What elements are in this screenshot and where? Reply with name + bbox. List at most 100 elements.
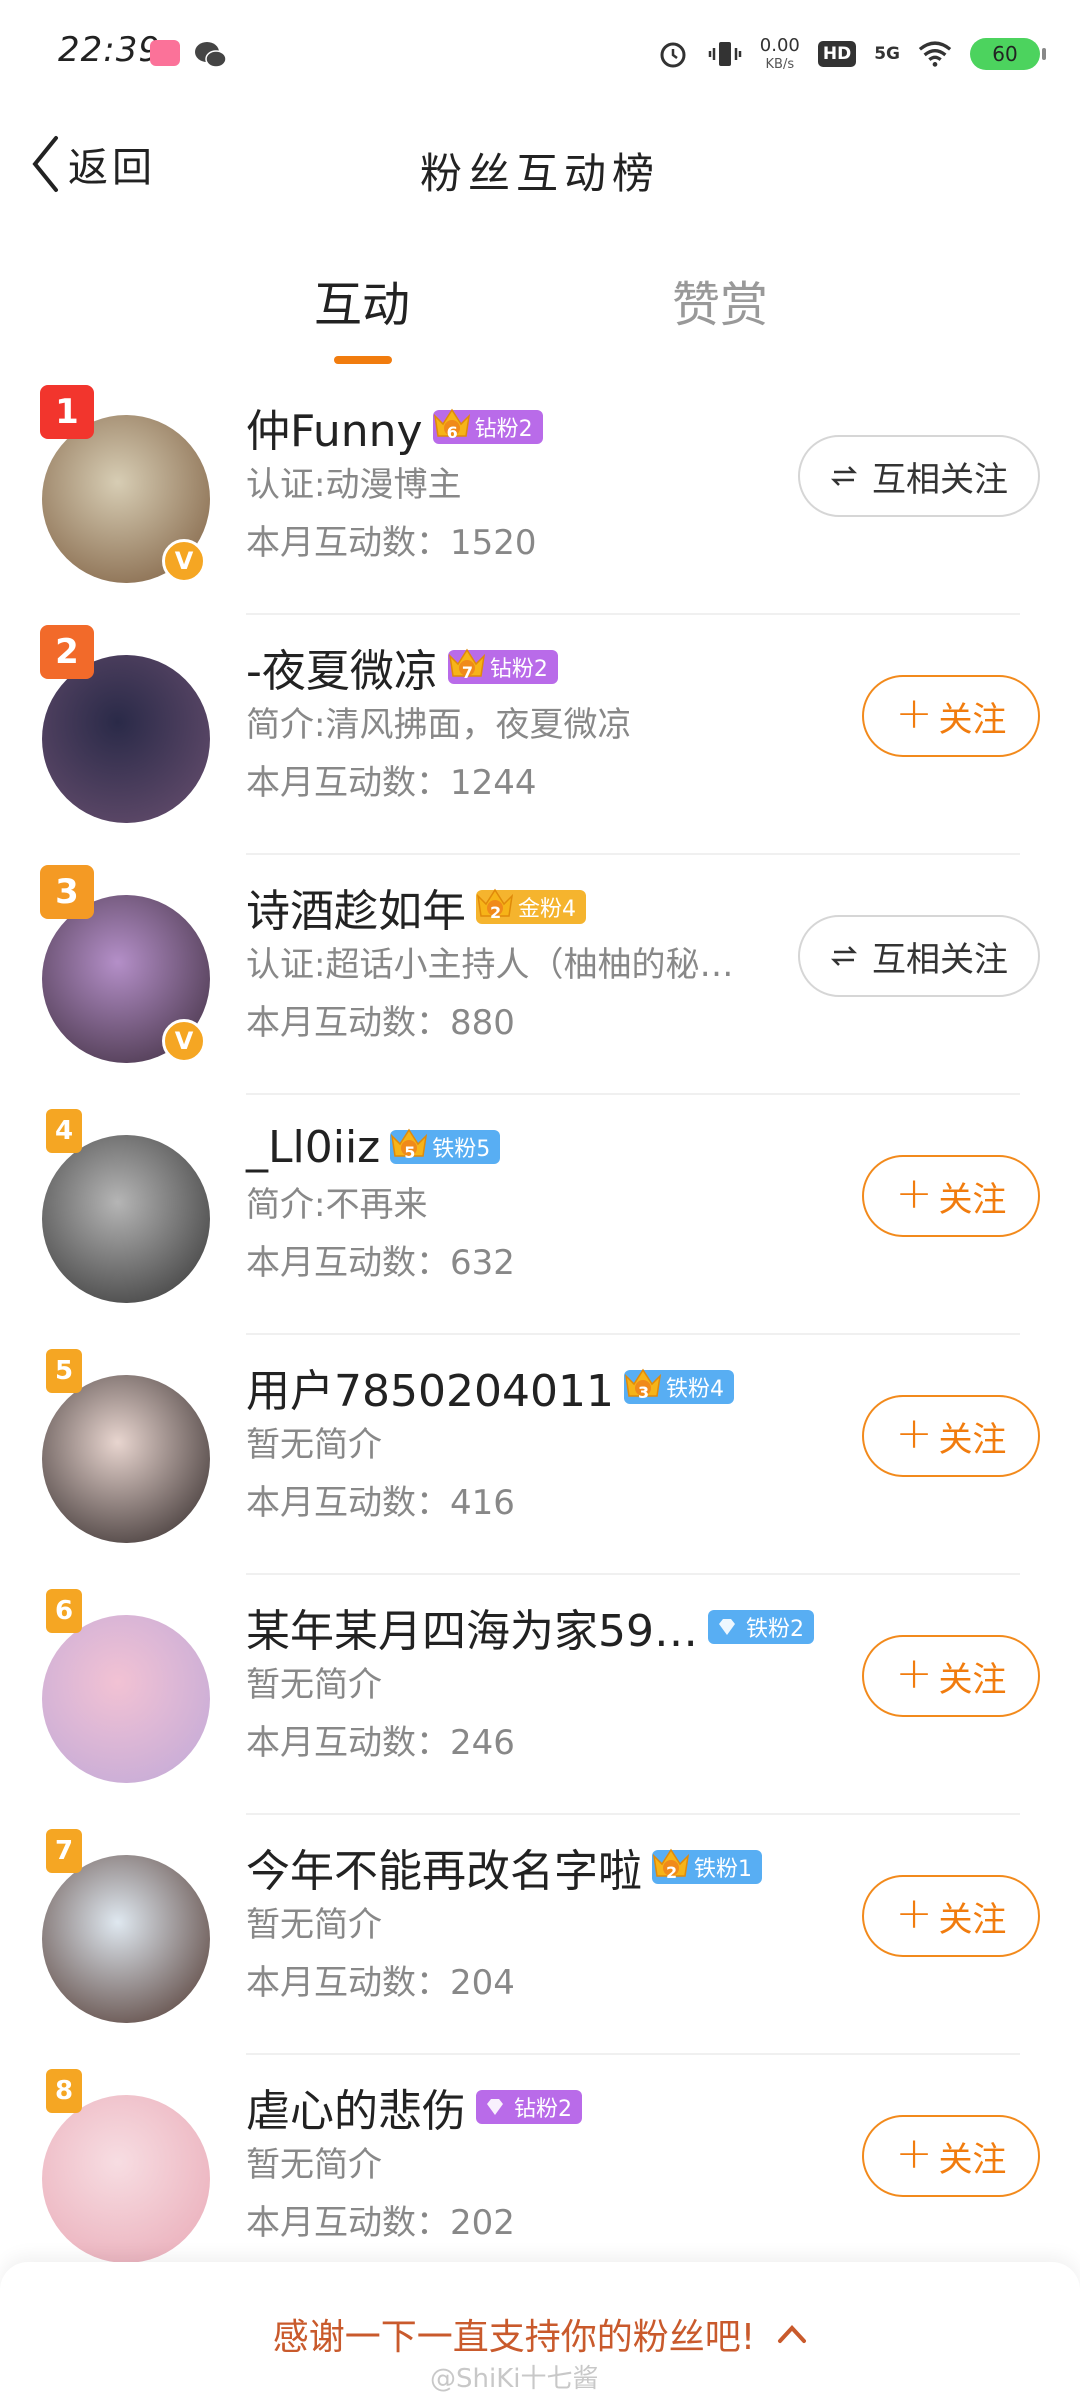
plus-icon: + <box>895 2128 933 2179</box>
interaction-count: 本月互动数：880 <box>246 1003 515 1043</box>
vibrate-icon <box>708 37 742 71</box>
user-description: 暂无简介 <box>246 2145 382 2185</box>
fan-row[interactable]: 4 _Ll0iiz 5 铁粉5 简介:不再来 本月互动数：632 + 关注 <box>0 1095 1080 1335</box>
button-label: 关注 <box>938 1179 1007 1220</box>
swap-arrows-icon <box>830 946 858 966</box>
fan-level-label: 钻粉2 <box>474 417 533 442</box>
avatar[interactable] <box>42 2095 210 2263</box>
interaction-count: 本月互动数：416 <box>246 1483 515 1523</box>
mutual-follow-button[interactable]: 互相关注 <box>798 915 1040 997</box>
follow-button[interactable]: + 关注 <box>862 2115 1040 2197</box>
crown-level: 3 <box>637 1383 650 1402</box>
name-line: 某年某月四海为家59… 铁粉2 <box>246 1597 814 1657</box>
bottom-bar[interactable]: 感谢一下一直支持你的粉丝吧! @ShiKi十七酱 <box>0 2262 1080 2400</box>
avatar[interactable] <box>42 1855 210 2023</box>
user-name[interactable]: 今年不能再改名字啦 <box>246 1835 642 1899</box>
follow-button[interactable]: + 关注 <box>862 1395 1040 1477</box>
fan-row[interactable]: 8 虐心的悲伤 钻粉2 暂无简介 本月互动数：202 + 关注 <box>0 2055 1080 2295</box>
tab-reward[interactable]: 赞赏 <box>620 270 820 370</box>
fan-level-label: 铁粉4 <box>665 1377 724 1402</box>
fan-level-badge: 铁粉2 <box>708 1610 814 1644</box>
status-time: 22:39 <box>58 30 161 70</box>
avatar[interactable] <box>42 1375 210 1543</box>
user-name[interactable]: 虐心的悲伤 <box>246 2075 466 2139</box>
swap-arrows-icon <box>830 466 858 486</box>
thanks-text: 感谢一下一直支持你的粉丝吧! <box>272 2317 756 2358</box>
wechat-icon <box>195 42 227 68</box>
button-label: 互相关注 <box>872 459 1008 500</box>
mutual-follow-button[interactable]: 互相关注 <box>798 435 1040 517</box>
user-description: 暂无简介 <box>246 1905 382 1945</box>
net-speed: 0.00 KB/s <box>759 35 800 72</box>
plus-icon: + <box>895 1648 933 1699</box>
chevron-up-icon <box>778 2325 807 2343</box>
diamond-icon <box>719 1619 735 1635</box>
diamond-icon <box>487 2099 503 2115</box>
battery-icon: 60 <box>970 38 1046 70</box>
fan-row[interactable]: 6 某年某月四海为家59… 铁粉2 暂无简介 本月互动数：246 + 关注 <box>0 1575 1080 1815</box>
name-line: 今年不能再改名字啦 2 铁粉1 <box>246 1837 762 1897</box>
crown-level: 2 <box>666 1863 678 1882</box>
crown-level: 2 <box>490 903 502 922</box>
fan-row[interactable]: 2 -夜夏微凉 7 钻粉2 简介:清风拂面，夜夏微凉 本月互动数：1244 + 关注 <box>0 615 1080 855</box>
page-title: 粉丝互动榜 <box>419 149 660 198</box>
user-description: 认证:超话小主持人（柚柚的秘… <box>246 945 734 985</box>
name-line: _Ll0iiz 5 铁粉5 <box>246 1117 501 1177</box>
name-line: 仲Funny 6 钻粉2 <box>246 397 543 457</box>
rank-badge: 5 <box>46 1349 82 1393</box>
fan-level-label: 金粉4 <box>518 897 576 922</box>
avatar[interactable] <box>42 1135 210 1303</box>
tab-interaction[interactable]: 互动 <box>262 270 462 370</box>
user-name[interactable]: 某年某月四海为家59… <box>246 1595 698 1659</box>
crown-level: 6 <box>446 423 458 442</box>
plus-icon: + <box>895 1408 933 1459</box>
interaction-count: 本月互动数：204 <box>246 1963 515 2003</box>
rank-badge: 4 <box>46 1109 82 1153</box>
fan-level-label: 铁粉1 <box>694 1857 752 1882</box>
button-label: 关注 <box>938 1659 1007 1700</box>
fan-level-badge: 7 钻粉2 <box>447 648 558 684</box>
verified-icon: V <box>162 539 206 583</box>
button-label: 关注 <box>938 2139 1007 2180</box>
user-description: 暂无简介 <box>246 1665 382 1705</box>
follow-button[interactable]: + 关注 <box>862 1875 1040 1957</box>
net-speed-value: 0.00 <box>759 35 800 56</box>
interaction-count: 本月互动数：1520 <box>246 523 537 563</box>
follow-button[interactable]: + 关注 <box>862 675 1040 757</box>
fan-level-badge: 钻粉2 <box>476 2090 582 2124</box>
fan-list: 1 V 仲Funny 6 钻粉2 认证:动漫博主 本月互动数：1520 互相关注 2 -夜夏微凉 7… <box>0 375 1080 2295</box>
name-line: 用户7850204011 3 铁粉4 <box>246 1357 734 1417</box>
rank-badge: 7 <box>46 1829 82 1873</box>
fan-row[interactable]: 3 V 诗酒趁如年 2 金粉4 认证:超话小主持人（柚柚的秘… 本月互动数：880 互相关注 <box>0 855 1080 1095</box>
avatar[interactable] <box>42 655 210 823</box>
fan-level-badge: 2 金粉4 <box>476 888 586 924</box>
avatar[interactable] <box>42 1615 210 1783</box>
name-line: -夜夏微凉 7 钻粉2 <box>246 637 558 697</box>
interaction-count: 本月互动数：1244 <box>246 763 537 803</box>
interaction-count: 本月互动数：202 <box>246 2203 515 2243</box>
fan-level-badge: 2 铁粉1 <box>652 1848 762 1884</box>
crown-level: 7 <box>461 663 474 682</box>
thanks-prompt[interactable]: 感谢一下一直支持你的粉丝吧! <box>0 2308 1080 2360</box>
user-description: 简介:不再来 <box>246 1185 428 1225</box>
hd-icon: HD <box>817 41 857 67</box>
crown-level: 5 <box>404 1143 416 1162</box>
follow-button[interactable]: + 关注 <box>862 1635 1040 1717</box>
user-name[interactable]: -夜夏微凉 <box>246 635 438 699</box>
user-description: 暂无简介 <box>246 1425 382 1465</box>
user-name[interactable]: 用户7850204011 <box>246 1355 614 1419</box>
user-name[interactable]: _Ll0iiz <box>246 1122 380 1173</box>
plus-icon: + <box>895 1888 933 1939</box>
fan-row[interactable]: 1 V 仲Funny 6 钻粉2 认证:动漫博主 本月互动数：1520 互相关注 <box>0 375 1080 615</box>
signal-5g-icon: 5G <box>874 44 900 64</box>
user-name[interactable]: 仲Funny <box>246 395 423 459</box>
bilibili-icon <box>150 40 180 66</box>
follow-button[interactable]: + 关注 <box>862 1155 1040 1237</box>
fan-row[interactable]: 7 今年不能再改名字啦 2 铁粉1 暂无简介本月互动数：204 + 关注 <box>0 1815 1080 2055</box>
fan-level-badge: 5 铁粉5 <box>390 1128 501 1164</box>
fan-row[interactable]: 5 用户7850204011 3 铁粉4 暂无简介本月互动数：416 + 关注 <box>0 1335 1080 1575</box>
user-name[interactable]: 诗酒趁如年 <box>246 875 466 939</box>
tab-bar: 互动 赞赏 <box>0 270 1080 380</box>
fan-level-label: 钻粉2 <box>489 657 548 682</box>
wifi-icon <box>918 37 952 71</box>
